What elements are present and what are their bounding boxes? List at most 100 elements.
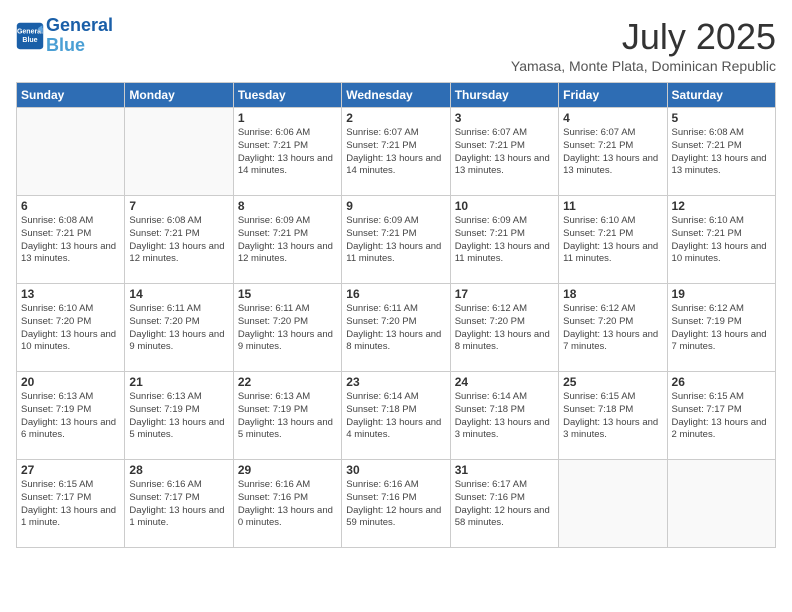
day-number: 29	[238, 463, 337, 477]
calendar-cell: 11Sunrise: 6:10 AM Sunset: 7:21 PM Dayli…	[559, 196, 667, 284]
calendar-cell: 10 Sunrise: 6:09 AM Sunset: 7:21 PM Dayli…	[450, 196, 558, 284]
day-info: Sunrise: 6:14 AM Sunset: 7:18 PM Dayligh…	[455, 391, 554, 442]
calendar-cell: 25Sunrise: 6:15 AM Sunset: 7:18 PM Dayli…	[559, 372, 667, 460]
day-info: Sunrise: 6:13 AM Sunset: 7:19 PM Dayligh…	[129, 391, 228, 442]
day-number: 27	[21, 463, 120, 477]
day-header-wednesday: Wednesday	[342, 83, 450, 108]
day-info: Sunrise: 6:09 AM Sunset: 7:21 PM Dayligh…	[346, 215, 445, 266]
day-number: 1	[238, 111, 337, 125]
calendar-cell	[667, 460, 775, 548]
calendar-cell: 16 Sunrise: 6:11 AM Sunset: 7:20 PM Dayli…	[342, 284, 450, 372]
day-info: Sunrise: 6:12 AM Sunset: 7:20 PM Dayligh…	[563, 303, 662, 354]
day-header-friday: Friday	[559, 83, 667, 108]
day-number: 2	[346, 111, 445, 125]
day-number: 26	[672, 375, 771, 389]
day-info: Sunrise: 6:10 AM Sunset: 7:20 PM Dayligh…	[21, 303, 120, 354]
day-number: 15	[238, 287, 337, 301]
calendar-body: 1 Sunrise: 6:06 AM Sunset: 7:21 PM Daylig…	[17, 108, 776, 548]
calendar-cell: 29 Sunrise: 6:16 AM Sunset: 7:16 PM Dayli…	[233, 460, 341, 548]
day-number: 21	[129, 375, 228, 389]
day-number: 8	[238, 199, 337, 213]
day-info: Sunrise: 6:12 AM Sunset: 7:20 PM Dayligh…	[455, 303, 554, 354]
day-number: 16	[346, 287, 445, 301]
calendar-cell: 12Sunrise: 6:10 AM Sunset: 7:21 PM Dayli…	[667, 196, 775, 284]
day-info: Sunrise: 6:10 AM Sunset: 7:21 PM Dayligh…	[672, 215, 771, 266]
day-info: Sunrise: 6:08 AM Sunset: 7:21 PM Dayligh…	[129, 215, 228, 266]
calendar-cell: 3 Sunrise: 6:07 AM Sunset: 7:21 PM Daylig…	[450, 108, 558, 196]
calendar-cell	[559, 460, 667, 548]
day-info: Sunrise: 6:11 AM Sunset: 7:20 PM Dayligh…	[238, 303, 337, 354]
day-info: Sunrise: 6:12 AM Sunset: 7:19 PM Dayligh…	[672, 303, 771, 354]
day-info: Sunrise: 6:15 AM Sunset: 7:17 PM Dayligh…	[21, 479, 120, 530]
day-number: 7	[129, 199, 228, 213]
day-number: 22	[238, 375, 337, 389]
day-info: Sunrise: 6:16 AM Sunset: 7:16 PM Dayligh…	[238, 479, 337, 530]
day-number: 20	[21, 375, 120, 389]
day-info: Sunrise: 6:06 AM Sunset: 7:21 PM Dayligh…	[238, 127, 337, 178]
day-info: Sunrise: 6:13 AM Sunset: 7:19 PM Dayligh…	[21, 391, 120, 442]
calendar-cell: 21 Sunrise: 6:13 AM Sunset: 7:19 PM Dayli…	[125, 372, 233, 460]
day-number: 18	[563, 287, 662, 301]
calendar-week-1: 1 Sunrise: 6:06 AM Sunset: 7:21 PM Daylig…	[17, 108, 776, 196]
calendar-cell: 4 Sunrise: 6:07 AM Sunset: 7:21 PM Daylig…	[559, 108, 667, 196]
day-info: Sunrise: 6:08 AM Sunset: 7:21 PM Dayligh…	[672, 127, 771, 178]
day-info: Sunrise: 6:09 AM Sunset: 7:21 PM Dayligh…	[238, 215, 337, 266]
day-info: Sunrise: 6:09 AM Sunset: 7:21 PM Dayligh…	[455, 215, 554, 266]
logo: General Blue GeneralBlue	[16, 16, 113, 56]
calendar-cell: 19 Sunrise: 6:12 AM Sunset: 7:19 PM Dayli…	[667, 284, 775, 372]
day-number: 5	[672, 111, 771, 125]
day-number: 10	[455, 199, 554, 213]
day-number: 13	[21, 287, 120, 301]
calendar-cell: 23Sunrise: 6:14 AM Sunset: 7:18 PM Dayli…	[342, 372, 450, 460]
day-info: Sunrise: 6:16 AM Sunset: 7:17 PM Dayligh…	[129, 479, 228, 530]
calendar-cell: 7 Sunrise: 6:08 AM Sunset: 7:21 PM Daylig…	[125, 196, 233, 284]
page-header: General Blue GeneralBlue July 2025 Yamas…	[16, 16, 776, 74]
day-info: Sunrise: 6:07 AM Sunset: 7:21 PM Dayligh…	[346, 127, 445, 178]
calendar-cell: 31Sunrise: 6:17 AM Sunset: 7:16 PM Dayli…	[450, 460, 558, 548]
calendar-cell: 26 Sunrise: 6:15 AM Sunset: 7:17 PM Dayli…	[667, 372, 775, 460]
day-info: Sunrise: 6:13 AM Sunset: 7:19 PM Dayligh…	[238, 391, 337, 442]
day-info: Sunrise: 6:14 AM Sunset: 7:18 PM Dayligh…	[346, 391, 445, 442]
calendar-cell	[17, 108, 125, 196]
calendar-cell: 27 Sunrise: 6:15 AM Sunset: 7:17 PM Dayli…	[17, 460, 125, 548]
day-info: Sunrise: 6:07 AM Sunset: 7:21 PM Dayligh…	[563, 127, 662, 178]
calendar-cell: 24 Sunrise: 6:14 AM Sunset: 7:18 PM Dayli…	[450, 372, 558, 460]
day-header-saturday: Saturday	[667, 83, 775, 108]
calendar-week-2: 6Sunrise: 6:08 AM Sunset: 7:21 PM Daylig…	[17, 196, 776, 284]
day-number: 24	[455, 375, 554, 389]
calendar-cell	[125, 108, 233, 196]
svg-text:General: General	[17, 28, 43, 35]
day-number: 17	[455, 287, 554, 301]
calendar-cell: 22 Sunrise: 6:13 AM Sunset: 7:19 PM Dayli…	[233, 372, 341, 460]
calendar-cell: 14 Sunrise: 6:11 AM Sunset: 7:20 PM Dayli…	[125, 284, 233, 372]
day-number: 31	[455, 463, 554, 477]
calendar-cell: 17 Sunrise: 6:12 AM Sunset: 7:20 PM Dayli…	[450, 284, 558, 372]
day-info: Sunrise: 6:10 AM Sunset: 7:21 PM Dayligh…	[563, 215, 662, 266]
calendar-week-5: 27 Sunrise: 6:15 AM Sunset: 7:17 PM Dayli…	[17, 460, 776, 548]
calendar-table: SundayMondayTuesdayWednesdayThursdayFrid…	[16, 82, 776, 548]
day-info: Sunrise: 6:11 AM Sunset: 7:20 PM Dayligh…	[129, 303, 228, 354]
day-header-monday: Monday	[125, 83, 233, 108]
location: Yamasa, Monte Plata, Dominican Republic	[511, 58, 776, 74]
day-number: 19	[672, 287, 771, 301]
calendar-cell: 30Sunrise: 6:16 AM Sunset: 7:16 PM Dayli…	[342, 460, 450, 548]
day-info: Sunrise: 6:15 AM Sunset: 7:17 PM Dayligh…	[672, 391, 771, 442]
day-header-thursday: Thursday	[450, 83, 558, 108]
calendar-cell: 20 Sunrise: 6:13 AM Sunset: 7:19 PM Dayli…	[17, 372, 125, 460]
day-number: 3	[455, 111, 554, 125]
day-number: 4	[563, 111, 662, 125]
day-info: Sunrise: 6:15 AM Sunset: 7:18 PM Dayligh…	[563, 391, 662, 442]
day-info: Sunrise: 6:07 AM Sunset: 7:21 PM Dayligh…	[455, 127, 554, 178]
day-info: Sunrise: 6:11 AM Sunset: 7:20 PM Dayligh…	[346, 303, 445, 354]
calendar-cell: 28Sunrise: 6:16 AM Sunset: 7:17 PM Dayli…	[125, 460, 233, 548]
title-block: July 2025 Yamasa, Monte Plata, Dominican…	[511, 16, 776, 74]
calendar-cell: 18 Sunrise: 6:12 AM Sunset: 7:20 PM Dayli…	[559, 284, 667, 372]
day-number: 9	[346, 199, 445, 213]
calendar-cell: 5 Sunrise: 6:08 AM Sunset: 7:21 PM Daylig…	[667, 108, 775, 196]
day-number: 14	[129, 287, 228, 301]
day-header-sunday: Sunday	[17, 83, 125, 108]
calendar-cell: 6Sunrise: 6:08 AM Sunset: 7:21 PM Daylig…	[17, 196, 125, 284]
calendar-cell: 1 Sunrise: 6:06 AM Sunset: 7:21 PM Daylig…	[233, 108, 341, 196]
calendar-cell: 2 Sunrise: 6:07 AM Sunset: 7:21 PM Daylig…	[342, 108, 450, 196]
calendar-header: SundayMondayTuesdayWednesdayThursdayFrid…	[17, 83, 776, 108]
